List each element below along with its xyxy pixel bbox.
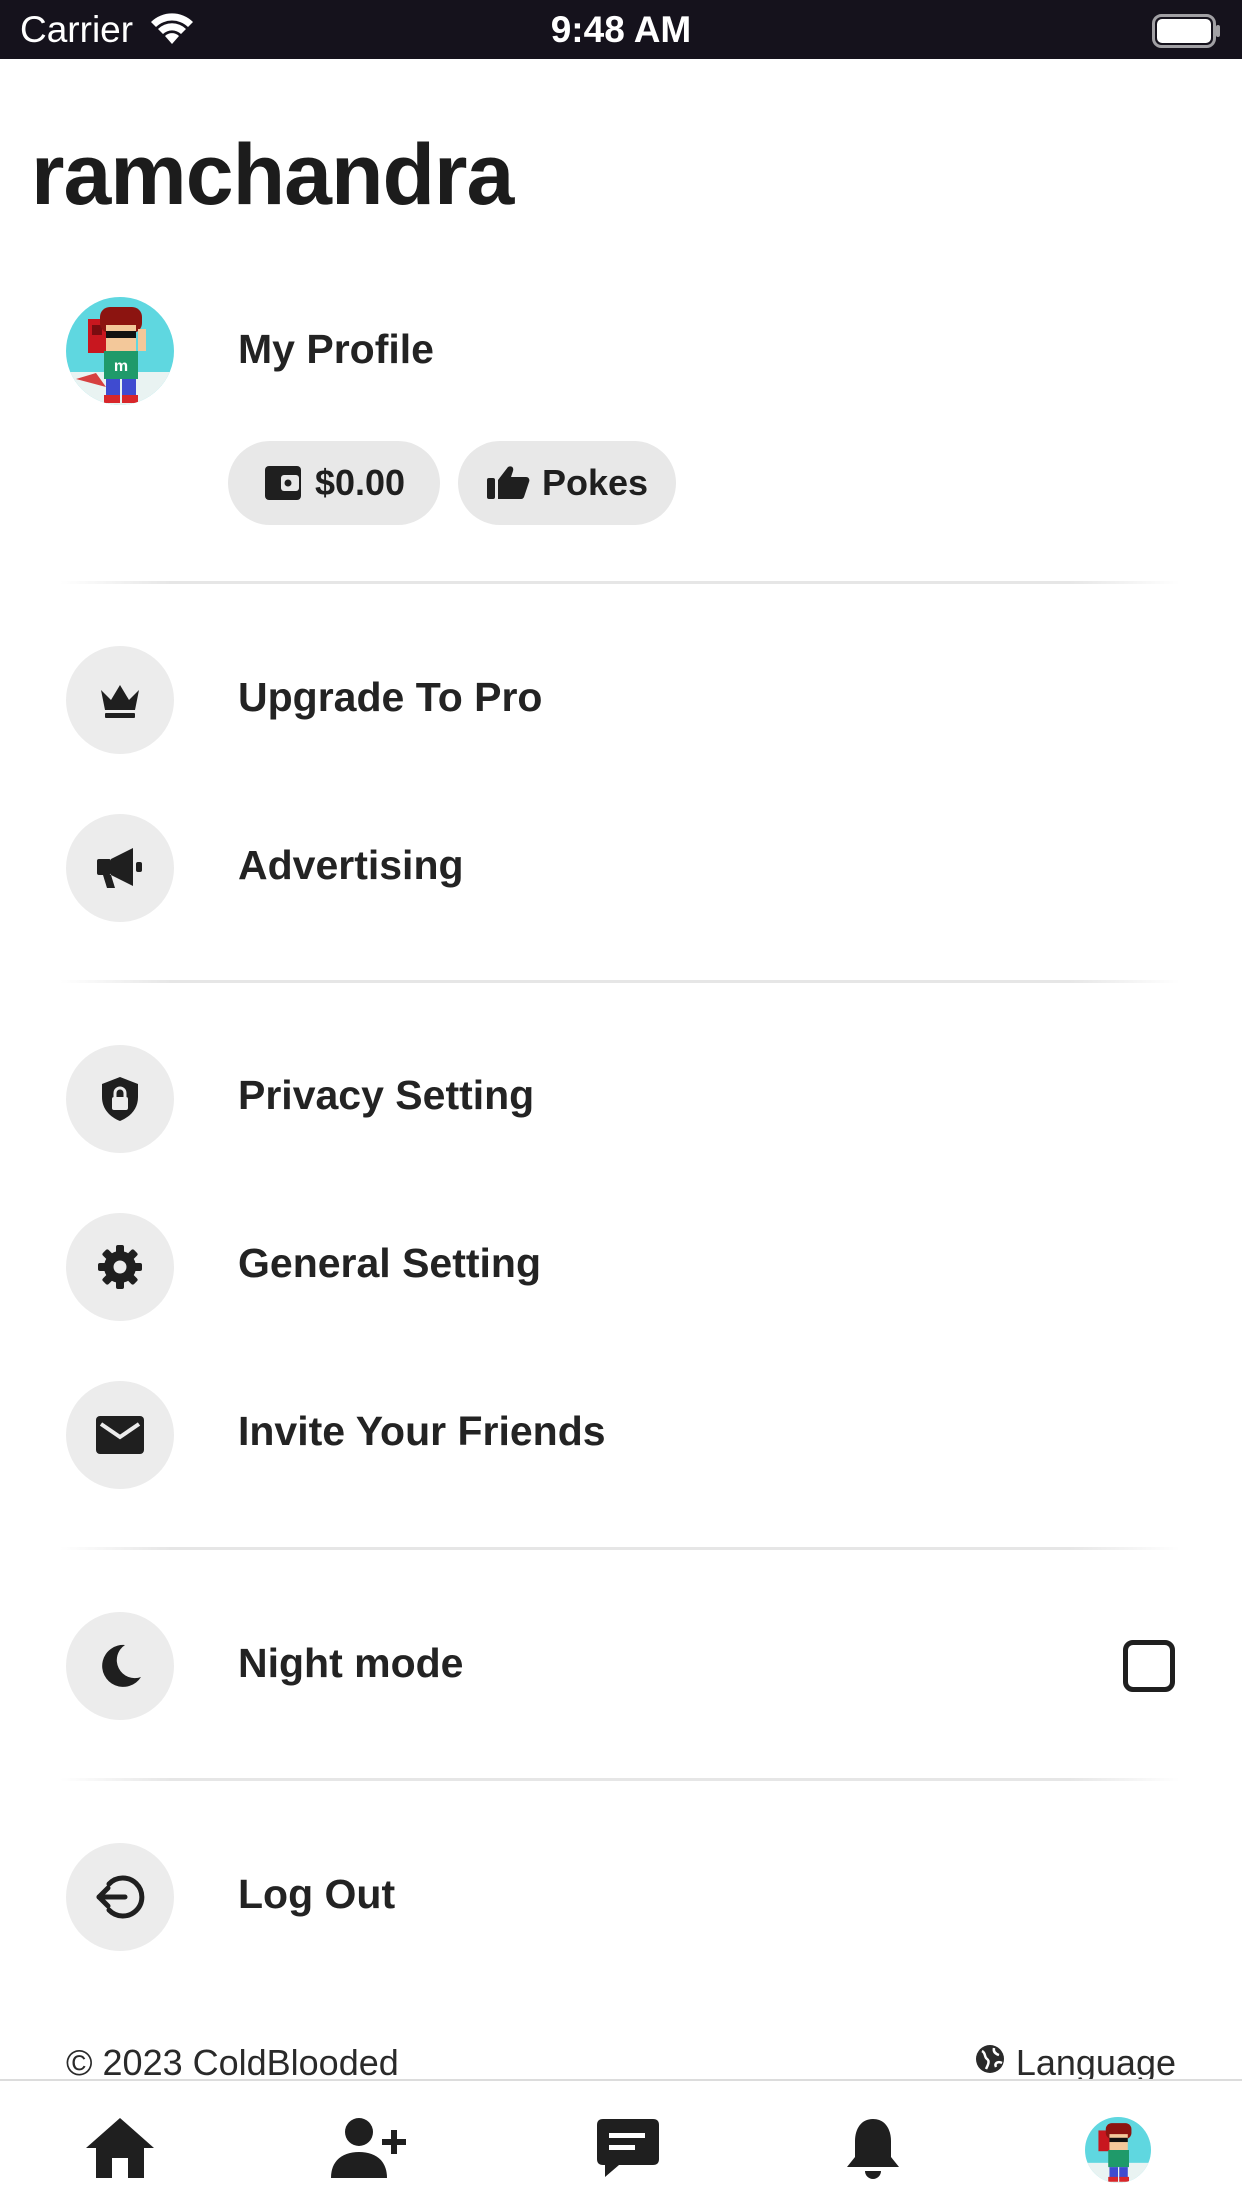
night-mode-checkbox[interactable] [1123, 1640, 1175, 1692]
bell-icon [843, 2115, 903, 2186]
menu-item-log-out[interactable]: Log Out [238, 1869, 395, 1919]
megaphone-icon[interactable] [66, 814, 174, 922]
menu-item-upgrade-to-pro[interactable]: Upgrade To Pro [238, 672, 542, 722]
menu-item-general-setting[interactable]: General Setting [238, 1238, 541, 1288]
nav-notifications[interactable] [833, 2115, 913, 2185]
gear-icon[interactable] [66, 1213, 174, 1321]
wallet-button[interactable]: $0.00 [228, 441, 440, 525]
status-bar: Carrier 9:48 AM [0, 0, 1242, 59]
pokes-button[interactable]: Pokes [458, 441, 676, 525]
nav-messages[interactable] [588, 2115, 668, 2185]
divider [60, 1778, 1180, 1781]
messages-icon [595, 2117, 661, 2184]
pokes-label: Pokes [541, 462, 649, 503]
divider [60, 581, 1180, 584]
bottom-nav [0, 2079, 1242, 2208]
my-profile-link[interactable]: My Profile [238, 324, 434, 374]
svg-text:m: m [114, 358, 128, 375]
divider [60, 1547, 1180, 1550]
menu-item-privacy-setting[interactable]: Privacy Setting [238, 1070, 534, 1120]
thumbs-up-icon [486, 465, 530, 501]
logout-icon[interactable] [66, 1843, 174, 1951]
wallet-icon [263, 464, 303, 502]
home-icon [84, 2116, 156, 2185]
add-friend-icon [329, 2116, 411, 2185]
nav-profile-avatar[interactable] [1085, 2117, 1151, 2183]
menu-item-night-mode[interactable]: Night mode [238, 1638, 463, 1688]
mail-icon[interactable] [66, 1381, 174, 1489]
avatar[interactable]: m [66, 297, 174, 405]
crown-icon[interactable] [66, 646, 174, 754]
page-title: ramchandra [31, 127, 514, 223]
nav-add-friend[interactable] [330, 2115, 410, 2185]
menu-item-advertising[interactable]: Advertising [238, 840, 464, 890]
wallet-balance: $0.00 [314, 462, 406, 503]
status-time: 9:48 AM [550, 9, 692, 50]
divider [60, 980, 1180, 983]
nav-home[interactable] [80, 2115, 160, 2185]
shield-lock-icon[interactable] [66, 1045, 174, 1153]
menu-item-invite-friends[interactable]: Invite Your Friends [238, 1406, 606, 1456]
moon-icon[interactable] [66, 1612, 174, 1720]
battery-icon [1152, 14, 1222, 53]
